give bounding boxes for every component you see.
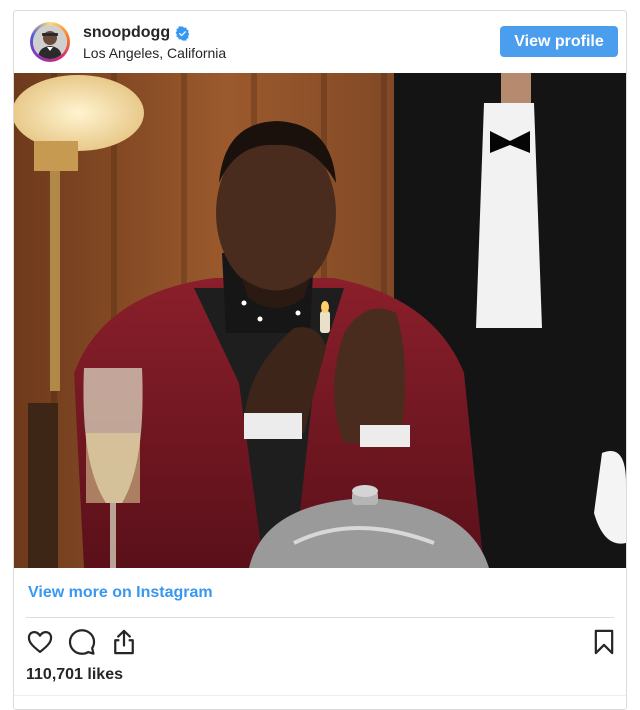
bookmark-icon[interactable] xyxy=(590,628,618,656)
username[interactable]: snoopdogg xyxy=(83,24,170,42)
view-more-link[interactable]: View more on Instagram xyxy=(28,584,213,602)
username-row: snoopdogg xyxy=(83,24,190,42)
verified-badge-icon xyxy=(175,25,190,41)
post-image xyxy=(14,73,626,568)
view-profile-button[interactable]: View profile xyxy=(500,26,618,57)
bottom-divider xyxy=(14,695,626,696)
share-icon[interactable] xyxy=(110,628,138,656)
likes-count[interactable]: 110,701 likes xyxy=(26,666,123,684)
comment-icon[interactable] xyxy=(68,628,96,656)
instagram-embed-card: snoopdogg Los Angeles, California View p… xyxy=(13,10,627,710)
avatar-story-ring[interactable] xyxy=(30,22,70,62)
heart-icon[interactable] xyxy=(26,628,54,656)
post-header: snoopdogg Los Angeles, California View p… xyxy=(14,11,626,73)
post-photo[interactable] xyxy=(14,73,626,568)
action-bar xyxy=(26,625,616,661)
avatar[interactable] xyxy=(33,25,67,59)
post-location[interactable]: Los Angeles, California xyxy=(83,45,226,61)
divider xyxy=(26,617,614,618)
